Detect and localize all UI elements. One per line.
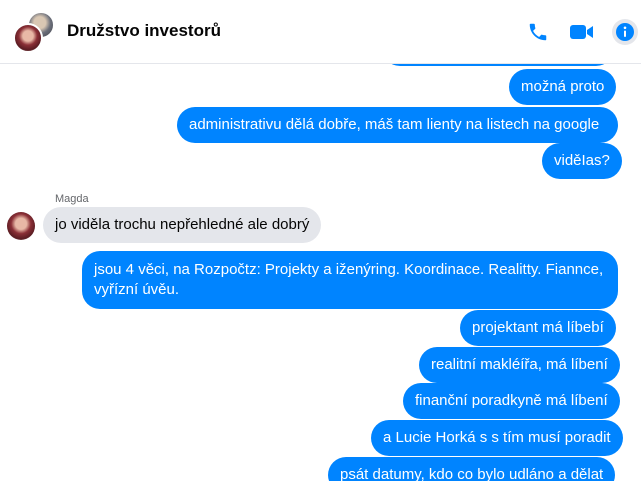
- message-bubble-outgoing[interactable]: jsou 4 věci, na Rozpočtz: Projekty a iže…: [82, 251, 618, 309]
- message-line: jsou 4 věci, na Rozpočtz: Projekty a iže…: [94, 261, 604, 278]
- message-list[interactable]: možná proto administrativu dělá dobře, m…: [0, 64, 641, 481]
- message-bubble-outgoing[interactable]: a Lucie Horká s s tím musí poradit: [371, 420, 623, 456]
- group-avatar[interactable]: [13, 11, 57, 53]
- message-row-outgoing: jsou 4 věci, na Rozpočtz: Projekty a iže…: [82, 251, 618, 309]
- info-icon[interactable]: [611, 18, 639, 46]
- message-line: vyřízní úvěu.: [94, 281, 180, 298]
- conversation-header: Družstvo investorů: [0, 0, 641, 64]
- message-bubble-outgoing[interactable]: psát datumy, kdo co bylo udláno a dělat: [328, 457, 616, 481]
- message-row-outgoing: realitní makléířa, má líbení: [419, 347, 620, 383]
- message-row-outgoing: administrativu dělá dobře, máš tam lient…: [177, 107, 618, 143]
- conversation-title[interactable]: Družstvo investorů: [67, 21, 221, 41]
- message-bubble-outgoing[interactable]: viděIas?: [542, 143, 622, 179]
- message-row-outgoing: finanční poradkyně má líbení: [403, 383, 620, 419]
- message-bubble-outgoing[interactable]: administrativu dělá dobře, máš tam lient…: [177, 107, 618, 143]
- message-bubble-incoming[interactable]: jo viděla trochu nepřehledné ale dobrý: [43, 207, 322, 243]
- phone-icon[interactable]: [524, 18, 552, 46]
- message-row-outgoing: psát datumy, kdo co bylo udláno a dělat: [328, 457, 616, 481]
- message-bubble-outgoing[interactable]: možná proto: [509, 69, 617, 105]
- video-camera-icon[interactable]: [568, 18, 596, 46]
- message-row-outgoing: [382, 64, 614, 66]
- message-row-incoming: jo viděla trochu nepřehledné ale dobrý: [43, 207, 322, 243]
- message-bubble-outgoing[interactable]: realitní makléířa, má líbení: [419, 347, 620, 383]
- message-row-outgoing: možná proto: [509, 69, 617, 105]
- message-bubble-outgoing[interactable]: [382, 64, 614, 66]
- sender-avatar[interactable]: [7, 212, 35, 240]
- message-row-outgoing: projektant má líbebí: [460, 310, 616, 346]
- message-row-outgoing: a Lucie Horká s s tím musí poradit: [371, 420, 623, 456]
- message-row-outgoing: viděIas?: [542, 143, 622, 179]
- sender-name: Magda: [55, 193, 89, 205]
- message-bubble-outgoing[interactable]: projektant má líbebí: [460, 310, 616, 346]
- member-avatar: [13, 23, 43, 53]
- message-bubble-outgoing[interactable]: finanční poradkyně má líbení: [403, 383, 620, 419]
